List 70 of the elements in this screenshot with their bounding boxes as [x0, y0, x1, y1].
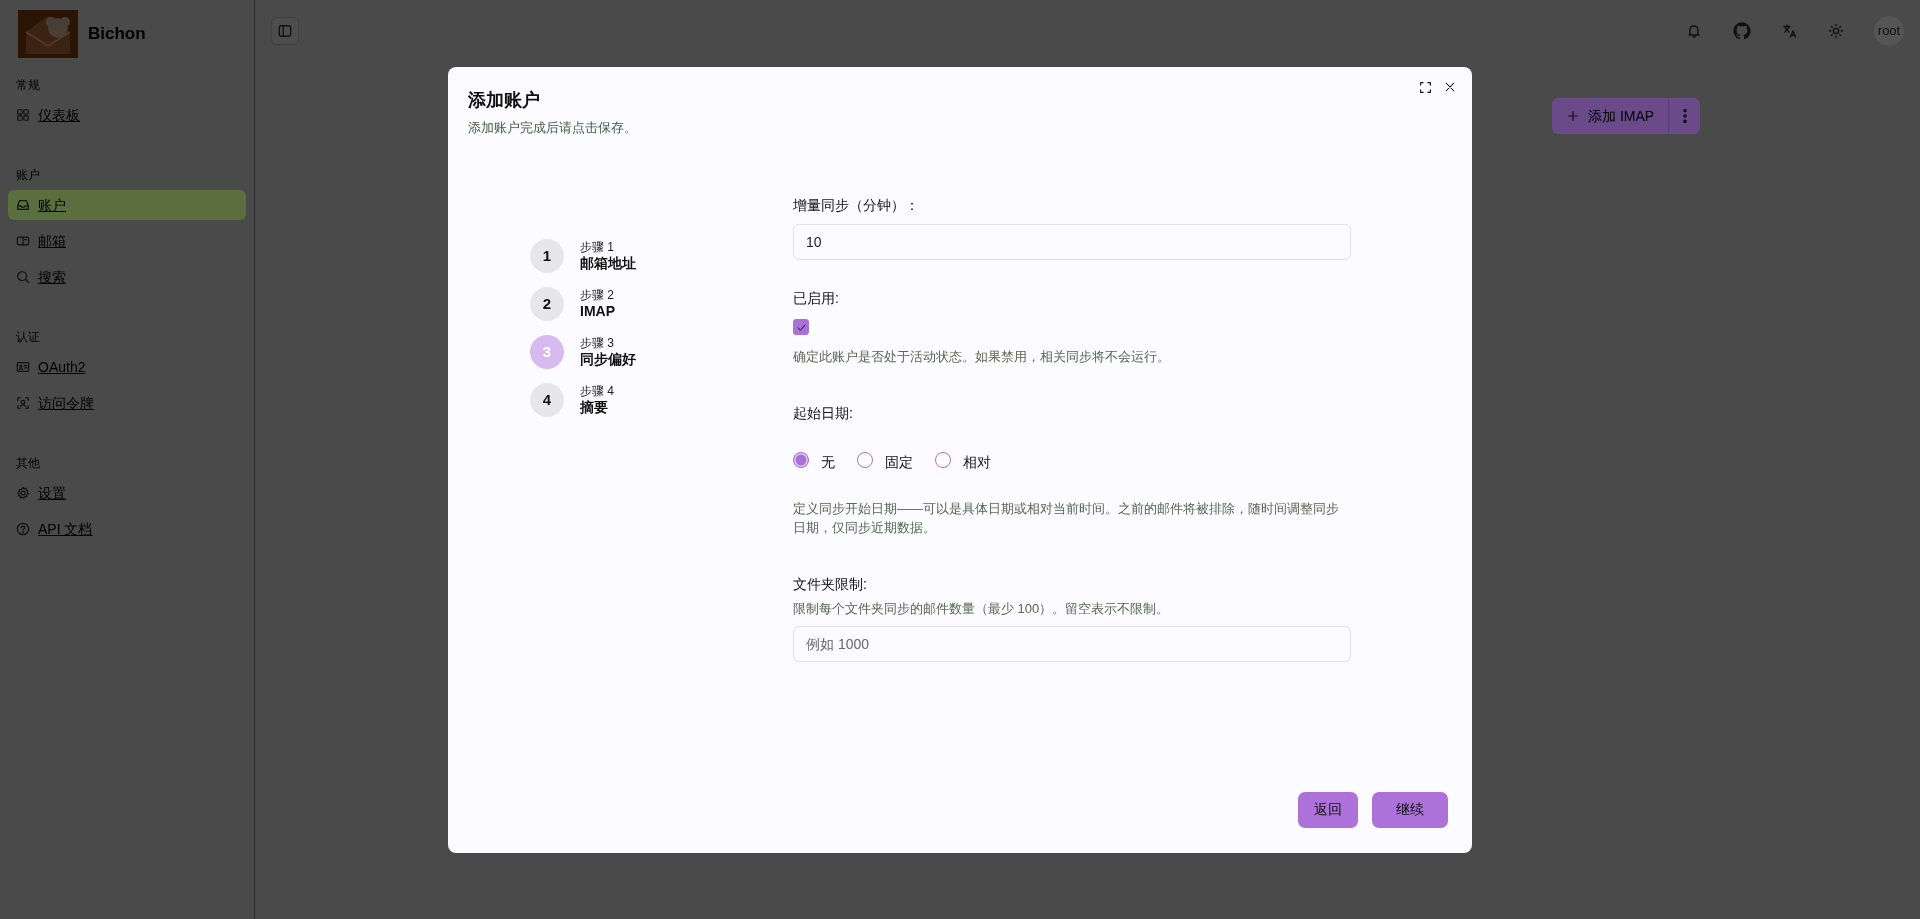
- mailbox-icon: [16, 234, 30, 248]
- sidebar-toggle-button[interactable]: [271, 17, 299, 45]
- step-title: 同步偏好: [580, 350, 636, 369]
- radio-label: 相对: [963, 452, 991, 472]
- more-options-button[interactable]: [1668, 98, 1701, 134]
- section-label: 认证: [15, 329, 41, 346]
- step-number: 3: [530, 335, 564, 369]
- notification-button[interactable]: [1686, 23, 1702, 39]
- sun-icon: [1828, 23, 1844, 39]
- sidebar-icon: [278, 24, 292, 38]
- fullscreen-button[interactable]: [1419, 80, 1432, 94]
- field-help: 限制每个文件夹同步的邮件数量（最少 100）。留空表示不限制。: [793, 599, 1171, 618]
- cat-icon: [1732, 21, 1752, 41]
- sidebar-item[interactable]: 账户: [8, 190, 246, 220]
- field-label: 已启用:: [793, 289, 840, 308]
- id-card-icon: [16, 360, 30, 374]
- user-avatar[interactable]: root: [1874, 16, 1904, 46]
- settings-icon: [16, 486, 30, 500]
- expand-icon: [1419, 80, 1432, 94]
- plus-icon: [1566, 109, 1580, 123]
- field-label: 起始日期:: [793, 403, 854, 423]
- field-label: 文件夹限制:: [793, 574, 868, 594]
- input-field[interactable]: 例如 1000: [793, 626, 1351, 662]
- step-caption: 步骤 1: [580, 239, 615, 255]
- dialog-subtitle: 添加账户完成后请点击保存。: [468, 118, 637, 137]
- dashboard-icon: [16, 108, 30, 122]
- close-icon: [1444, 81, 1456, 93]
- face-scan-icon: [16, 396, 30, 410]
- step-caption: 步骤 4: [580, 383, 614, 399]
- field-help: 定义同步开始日期——可以是具体日期或相对当前时间。之前的邮件将被排除，随时间调整同步日期，仅同步近期数据。: [793, 499, 1340, 537]
- dialog-title: 添加账户: [468, 88, 540, 112]
- step-caption: 步骤 3: [580, 335, 615, 351]
- section-label: 其他: [15, 455, 41, 472]
- search-icon: [16, 270, 30, 284]
- radio-label: 无: [821, 452, 835, 472]
- sidebar-item[interactable]: 仪表板: [8, 100, 246, 130]
- step-number: 4: [530, 383, 564, 417]
- close-button[interactable]: [1444, 81, 1456, 93]
- translate-icon: [1782, 23, 1798, 39]
- radio-label: 固定: [885, 452, 913, 472]
- input-field[interactable]: 10: [793, 224, 1351, 260]
- logo-icon: [18, 10, 78, 58]
- theme-button[interactable]: [1828, 23, 1844, 39]
- step-title: 邮箱地址: [580, 254, 636, 273]
- radio-button[interactable]: [857, 452, 873, 468]
- more-icon: [1682, 109, 1687, 123]
- radio-button[interactable]: [793, 452, 809, 468]
- checkbox[interactable]: [793, 319, 809, 335]
- add-imap-button[interactable]: 添加 IMAP: [1552, 98, 1669, 134]
- language-button[interactable]: [1782, 23, 1798, 39]
- section-label: 账户: [15, 167, 41, 184]
- continue-button[interactable]: 继续: [1372, 791, 1448, 828]
- radio-button[interactable]: [935, 452, 951, 468]
- inbox-icon: [16, 198, 30, 212]
- sidebar-item[interactable]: 设置: [8, 478, 246, 508]
- bell-icon: [1686, 23, 1702, 39]
- repository-link[interactable]: [1732, 21, 1752, 41]
- help-icon: [16, 522, 30, 536]
- step-number: 1: [530, 239, 564, 273]
- step-number: 2: [530, 287, 564, 321]
- step-title: 摘要: [580, 398, 609, 417]
- field-help: 确定此账户是否处于活动状态。如果禁用，相关同步将不会运行。: [793, 348, 1171, 366]
- step-title: IMAP: [580, 302, 615, 321]
- section-label: 常规: [15, 77, 41, 94]
- back-button[interactable]: 返回: [1298, 791, 1358, 828]
- app-name: Bichon: [88, 23, 146, 46]
- sidebar-item[interactable]: 搜索: [8, 262, 246, 292]
- field-label: 增量同步（分钟）：: [793, 196, 920, 215]
- sidebar-item[interactable]: OAuth2: [8, 352, 246, 382]
- step-caption: 步骤 2: [580, 287, 615, 303]
